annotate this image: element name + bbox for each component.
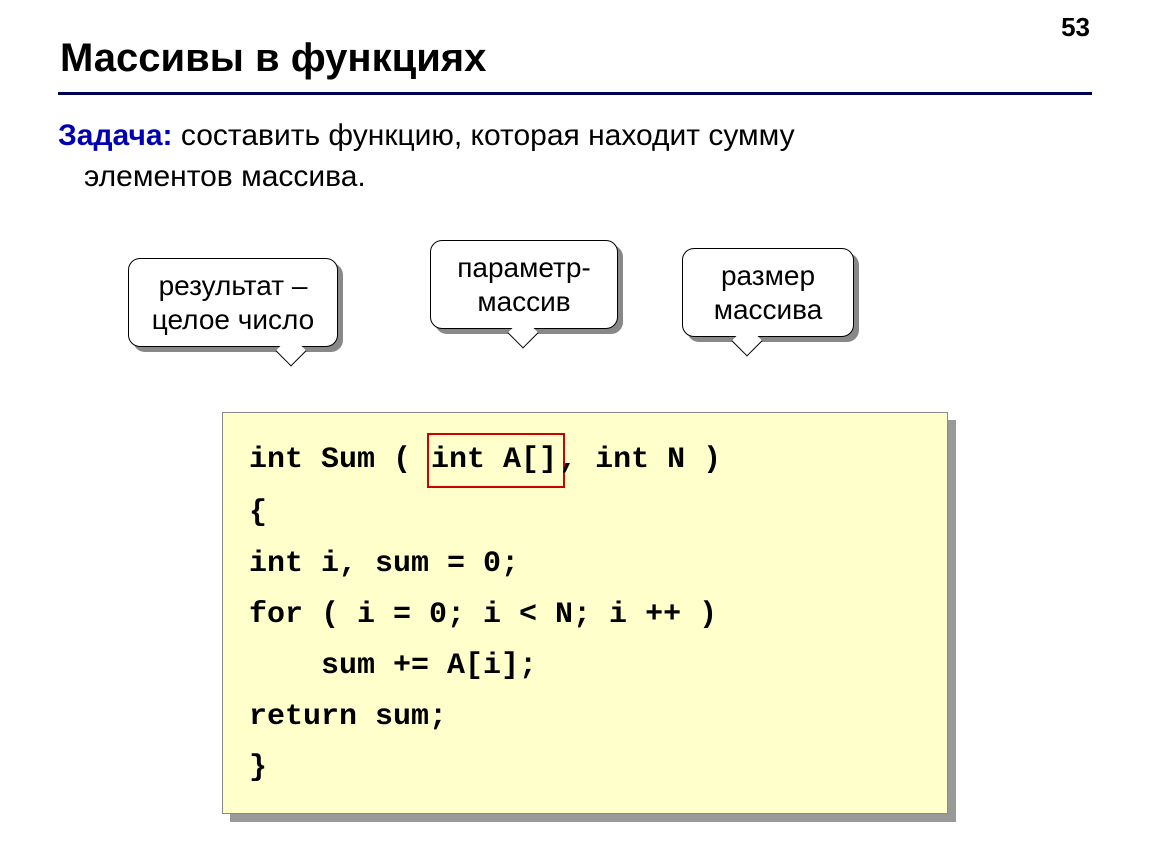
callout-1-line1: результат – <box>159 270 308 301</box>
callout-2-line1: параметр- <box>457 252 591 283</box>
code-l2: { <box>249 496 267 530</box>
callout-array-size: размер массива <box>682 248 854 337</box>
code-l4: for ( i = 0; i < N; i ++ ) <box>249 598 717 632</box>
callout-1-line2: целое число <box>152 304 314 335</box>
code-l1a: int Sum ( <box>249 443 429 477</box>
callout-result-int: результат – целое число <box>128 258 338 347</box>
slide-title: Массивы в функциях <box>60 36 486 81</box>
page-number: 53 <box>1061 12 1090 43</box>
callouts-area: результат – целое число параметр- массив… <box>0 236 1150 416</box>
code-box: int Sum ( int A[], int N ) { int i, sum … <box>222 412 948 814</box>
code-l1b: , int N ) <box>559 443 721 477</box>
task-label: Задача: <box>58 119 173 152</box>
title-underline <box>58 92 1092 95</box>
code-highlight-param: int A[] <box>427 433 565 488</box>
task-text-2: элементов массива. <box>58 160 366 193</box>
code-l5: sum += A[i]; <box>249 649 537 683</box>
task-text-1: составить функцию, которая находит сумму <box>173 119 795 152</box>
callout-3-line1: размер <box>721 260 815 291</box>
code-l3: int i, sum = 0; <box>249 547 519 581</box>
callout-3-line2: массива <box>714 294 823 325</box>
code-l7: } <box>249 751 267 785</box>
code-l6: return sum; <box>249 700 447 734</box>
task-paragraph: Задача: составить функцию, которая наход… <box>58 116 1092 197</box>
callout-param-array: параметр- массив <box>430 240 618 329</box>
callout-2-line2: массив <box>477 286 570 317</box>
